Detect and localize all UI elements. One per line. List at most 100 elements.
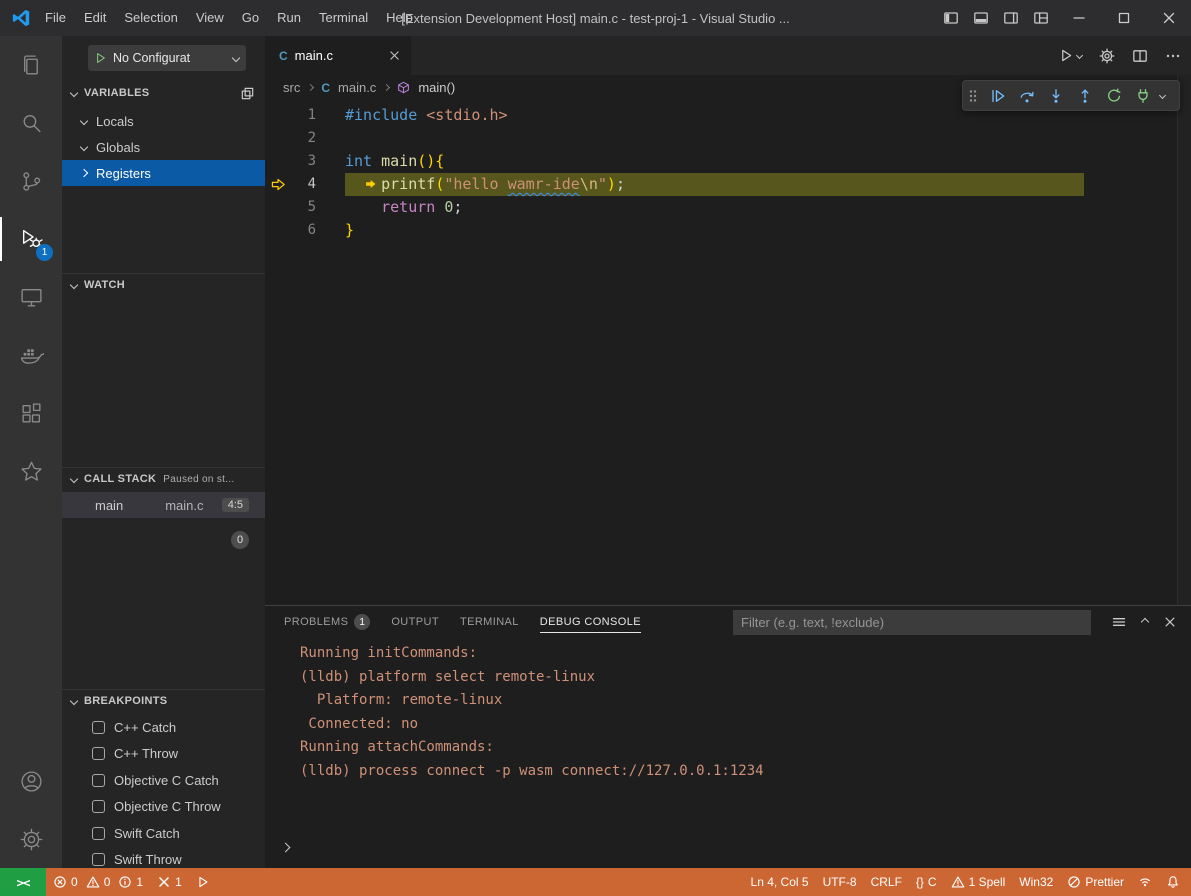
customize-layout-icon[interactable] [1026, 0, 1056, 36]
breakpoint-checkbox[interactable] [92, 853, 105, 866]
breakpoint-gutter[interactable] [265, 150, 293, 173]
tab-close-icon[interactable] [388, 49, 401, 62]
breakpoint-checkbox[interactable] [92, 747, 105, 760]
breakpoint-row[interactable]: Objective C Throw [62, 793, 265, 819]
step-into-button[interactable] [1043, 83, 1069, 109]
menu-item-edit[interactable]: Edit [75, 0, 115, 36]
code-line-current[interactable]: 4 printf("hello wamr-ide\n"); [265, 173, 1191, 196]
editor-tab-main-c[interactable]: C main.c [265, 36, 411, 75]
breakpoint-row[interactable]: Swift Throw [62, 846, 265, 868]
line-col-status[interactable]: Ln 4, Col 5 [744, 868, 816, 896]
activity-extensions[interactable] [0, 384, 62, 442]
collapse-all-icon[interactable] [240, 86, 255, 101]
activity-explorer[interactable] [0, 36, 62, 94]
run-config-dropdown[interactable]: No Configurat [88, 45, 246, 71]
maximize-panel-icon[interactable] [1141, 618, 1149, 626]
toggle-sidebar-icon[interactable] [936, 0, 966, 36]
variables-item-locals[interactable]: Locals [62, 108, 265, 134]
continue-button[interactable] [985, 83, 1011, 109]
menu-item-terminal[interactable]: Terminal [310, 0, 377, 36]
activity-source-control[interactable] [0, 152, 62, 210]
breadcrumb-symbol[interactable]: main() [418, 80, 455, 95]
breakpoint-row[interactable]: Objective C Catch [62, 767, 265, 793]
breakpoint-gutter[interactable] [265, 104, 293, 127]
tree-item-label: Locals [96, 114, 134, 129]
activity-docker[interactable] [0, 326, 62, 384]
panel-tab-debug-console[interactable]: DEBUG CONSOLE [540, 606, 641, 638]
breakpoint-gutter[interactable] [265, 127, 293, 150]
code-line[interactable]: 5 return 0; [265, 196, 1191, 219]
problems-status[interactable]: 0 0 1 [46, 868, 150, 896]
console-input-prompt[interactable] [282, 836, 289, 860]
menu-item-view[interactable]: View [187, 0, 233, 36]
breakpoint-row[interactable]: C++ Throw [62, 740, 265, 766]
tools-status[interactable]: 1 [150, 868, 189, 896]
step-out-button[interactable] [1072, 83, 1098, 109]
activity-favorites[interactable] [0, 442, 62, 500]
code-line[interactable]: 3 int main(){ [265, 150, 1191, 173]
breadcrumb-file[interactable]: main.c [338, 80, 376, 95]
eol-status[interactable]: CRLF [864, 868, 909, 896]
minimize-button[interactable] [1056, 0, 1101, 36]
more-actions-button[interactable] [1165, 48, 1181, 64]
encoding-status[interactable]: UTF-8 [816, 868, 864, 896]
step-over-button[interactable] [1014, 83, 1040, 109]
breakpoint-row[interactable]: C++ Catch [62, 714, 265, 740]
callstack-frame-row[interactable]: main main.c 4:5 [62, 492, 265, 518]
breakpoint-gutter[interactable] [265, 196, 293, 219]
debug-status[interactable] [189, 868, 217, 896]
panel-tab-terminal[interactable]: TERMINAL [460, 606, 519, 638]
close-button[interactable] [1146, 0, 1191, 36]
variables-item-registers[interactable]: Registers [62, 160, 265, 186]
chevron-down-icon [232, 54, 240, 62]
platform-status[interactable]: Win32 [1012, 868, 1060, 896]
console-line: Running initCommands: [265, 642, 1191, 666]
breakpoint-gutter[interactable] [265, 219, 293, 242]
breakpoint-row[interactable]: Swift Catch [62, 820, 265, 846]
breakpoint-checkbox[interactable] [92, 800, 105, 813]
drag-handle-icon[interactable] [968, 88, 982, 104]
gear-icon [19, 827, 44, 852]
toggle-secondary-sidebar-icon[interactable] [996, 0, 1026, 36]
run-file-button[interactable] [1059, 48, 1082, 63]
settings-gear-button[interactable] [1099, 48, 1115, 64]
panel-tab-output[interactable]: OUTPUT [391, 606, 439, 638]
split-editor-button[interactable] [1132, 48, 1148, 64]
callstack-section-header[interactable]: CALL STACK Paused on st... [62, 468, 265, 490]
menu-item-go[interactable]: Go [233, 0, 268, 36]
console-filter-input[interactable] [733, 610, 1091, 635]
activity-remote-explorer[interactable] [0, 268, 62, 326]
breakpoint-checkbox[interactable] [92, 827, 105, 840]
maximize-button[interactable] [1101, 0, 1146, 36]
remote-indicator[interactable]: >< [0, 868, 46, 896]
variables-item-globals[interactable]: Globals [62, 134, 265, 160]
activity-search[interactable] [0, 94, 62, 152]
breakpoint-checkbox[interactable] [92, 721, 105, 734]
broadcast-status[interactable] [1131, 868, 1159, 896]
code-line[interactable]: 2 [265, 127, 1191, 150]
code-line[interactable]: 6 } [265, 219, 1191, 242]
toggle-panel-icon[interactable] [966, 0, 996, 36]
notifications-status[interactable] [1159, 868, 1187, 896]
menu-item-file[interactable]: File [36, 0, 75, 36]
spell-status[interactable]: 1 Spell [944, 868, 1013, 896]
formatter-status[interactable]: Prettier [1060, 868, 1131, 896]
close-panel-icon[interactable] [1163, 615, 1177, 629]
output-actions-icon[interactable] [1111, 614, 1127, 630]
menu-item-run[interactable]: Run [268, 0, 310, 36]
panel-tab-problems[interactable]: PROBLEMS 1 [284, 606, 370, 638]
breakpoints-section-header[interactable]: BREAKPOINTS [62, 690, 265, 712]
language-status[interactable]: {} C [909, 868, 944, 896]
breadcrumb-folder[interactable]: src [283, 80, 300, 95]
breakpoint-gutter[interactable] [265, 173, 293, 196]
chevron-down-icon[interactable] [1159, 92, 1166, 99]
activity-account[interactable] [0, 752, 62, 810]
breakpoint-checkbox[interactable] [92, 774, 105, 787]
restart-button[interactable] [1101, 83, 1127, 109]
disconnect-button[interactable] [1130, 83, 1156, 109]
menu-item-selection[interactable]: Selection [115, 0, 186, 36]
variables-section-header[interactable]: VARIABLES [62, 82, 265, 104]
activity-run-and-debug[interactable]: 1 [0, 210, 62, 268]
watch-section-header[interactable]: WATCH [62, 274, 265, 296]
activity-settings[interactable] [0, 810, 62, 868]
